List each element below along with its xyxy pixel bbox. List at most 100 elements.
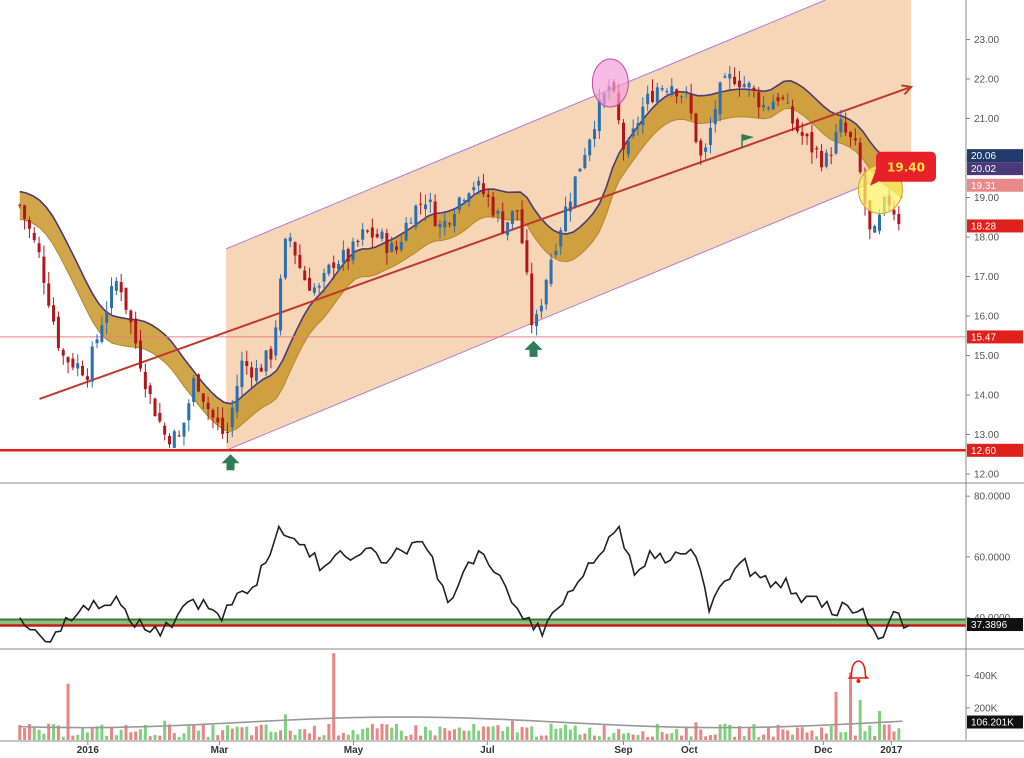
volume-bar [877,711,881,740]
candle-body [274,327,278,356]
candle-body [486,194,490,197]
price-tick-label: 22.00 [974,75,999,86]
candle-body [457,197,461,210]
candle-body [216,417,220,423]
volume-bar [713,734,717,740]
bell-clapper [856,679,861,683]
candle-body [892,210,896,215]
volume-bar [206,736,210,740]
candle-body [728,73,732,79]
price-badge-label: 12.60 [971,446,996,457]
volume-bar [544,735,548,740]
candle-body [225,431,229,433]
candle-body [85,376,89,380]
candle-body [800,132,804,136]
volume-bar [230,728,234,740]
candle-body [496,210,500,214]
candle-body [37,243,41,253]
candle-body [375,233,379,238]
volume-bar [515,732,519,740]
candle-body [694,113,698,143]
candle-body [622,122,626,150]
candle-body [564,206,568,232]
candle-body [105,311,109,323]
candle-body [718,82,722,114]
candle-body [76,363,80,369]
candle-body [520,209,524,244]
candle-body [568,201,572,212]
volume-bar [882,724,886,740]
volume-bar [699,729,703,740]
candle-body [853,138,857,141]
volume-bar [723,723,727,740]
candle-body [684,91,688,93]
volume-bar [66,683,70,740]
volume-bar [356,734,360,740]
volume-bar [733,736,737,740]
candle-body [399,242,403,250]
volume-bar [298,729,302,740]
volume-bar [636,735,640,740]
arrow-up-icon [221,454,240,471]
candle-body [737,80,741,88]
volume-bar [501,730,505,740]
volume-bar [158,735,162,740]
candle-body [211,409,215,418]
candle-body [699,140,703,156]
trend-line [39,85,912,400]
candle-body [660,88,664,90]
volume-bar [462,730,466,740]
volume-bar [264,724,268,740]
candle-body [414,205,418,227]
stock-chart: 19.40 80.000060.000040.000037.3896 400K2… [0,0,1024,756]
candle-body [385,233,389,254]
time-tick-label: May [344,745,364,756]
volume-bar [288,730,292,740]
candle-body [810,132,814,153]
candle-body [820,150,824,168]
volume-bar [346,734,350,740]
candle-body [288,237,292,242]
volume-bar [834,691,838,740]
candle-body [583,155,587,168]
candle-body [530,273,534,326]
candle-body [481,183,485,195]
candle-body [704,147,708,152]
volume-bar [650,736,654,740]
time-axis: 2016 Mar May Jul Sep Oct Dec 2017 [77,741,903,756]
candle-body [163,425,167,435]
candle-body [462,200,466,202]
volume-bar [308,733,312,740]
volume-bar [201,723,205,740]
candle-body [665,91,669,93]
volume-bar [443,728,447,740]
candle-body [254,367,258,381]
candle-body [781,97,785,99]
volume-bar [757,737,761,740]
volume-bar [167,724,171,740]
volume-bar [530,726,534,740]
volume-bar [593,735,597,740]
volume-bar [23,728,27,740]
candle-body [119,282,123,293]
volume-bar [559,728,563,740]
volume-bar [602,725,606,740]
volume-bar [423,726,427,740]
vol-tick-label: 200K [974,703,998,714]
volume-bar [568,729,572,740]
volume-bar [32,727,36,740]
volume-bar [829,725,833,740]
volume-bar [849,672,853,740]
volume-bar [293,734,297,740]
candle-body [723,76,727,78]
candle-body [539,305,543,312]
price-tick-label: 12.00 [974,470,999,481]
volume-bar [259,724,263,740]
volume-bar [245,726,249,740]
volume-bar [90,727,94,740]
oscillator-panel: 80.000060.000040.000037.3896 [0,492,1024,650]
candle-body [897,214,901,224]
volume-bar [868,725,872,740]
price-tick-label: 21.00 [974,114,999,125]
candle-body [510,210,514,224]
